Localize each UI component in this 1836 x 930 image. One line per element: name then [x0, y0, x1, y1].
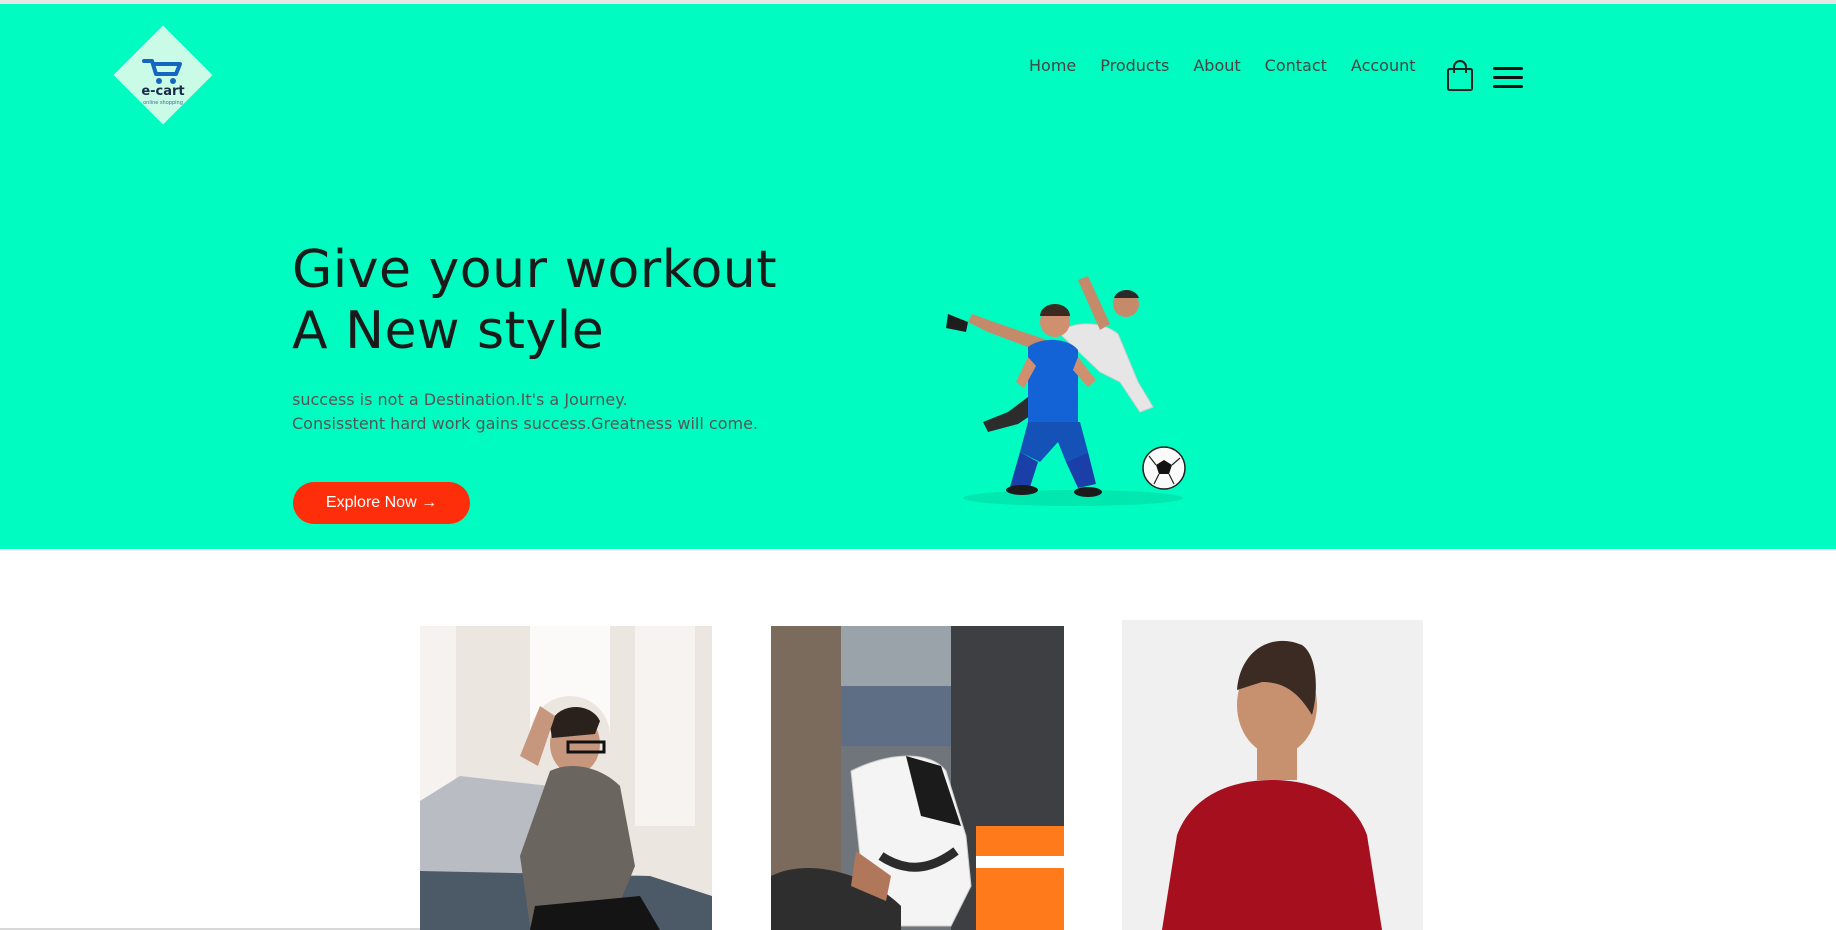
logo-tagline: online shopping	[143, 100, 183, 106]
brand-logo[interactable]: e-cart online shopping	[113, 25, 213, 125]
logo-brand-text: e-cart	[141, 84, 185, 99]
hamburger-menu-icon[interactable]	[1493, 66, 1523, 90]
hero-section: e-cart online shopping Home Products Abo…	[0, 4, 1836, 549]
nav-account[interactable]: Account	[1351, 56, 1416, 75]
shopping-bag-icon[interactable]	[1446, 60, 1474, 92]
man-with-glasses-image	[420, 626, 712, 930]
hero-headline: Give your workout A New style	[292, 240, 777, 362]
hero-subtext: success is not a Destination.It's a Jour…	[292, 388, 758, 436]
explore-now-button[interactable]: Explore Now →	[293, 482, 470, 524]
subtext-line-1: success is not a Destination.It's a Jour…	[292, 390, 628, 409]
nav-about[interactable]: About	[1193, 56, 1240, 75]
headline-line-2: A New style	[292, 301, 605, 361]
cart-logo-icon	[142, 59, 182, 84]
man-red-tshirt-image	[1122, 620, 1423, 930]
product-card-tshirt[interactable]	[1122, 620, 1423, 930]
product-card-shirt[interactable]	[420, 626, 712, 930]
subtext-line-2: Consisstent hard work gains success.Grea…	[292, 414, 758, 433]
main-nav: Home Products About Contact Account	[1029, 56, 1440, 75]
nav-products[interactable]: Products	[1100, 56, 1169, 75]
football-players-image	[946, 276, 1186, 506]
sneaker-image	[771, 626, 1064, 930]
nav-contact[interactable]: Contact	[1265, 56, 1327, 75]
product-card-sneaker[interactable]	[771, 626, 1064, 930]
headline-line-1: Give your workout	[292, 240, 778, 300]
nav-home[interactable]: Home	[1029, 56, 1076, 75]
